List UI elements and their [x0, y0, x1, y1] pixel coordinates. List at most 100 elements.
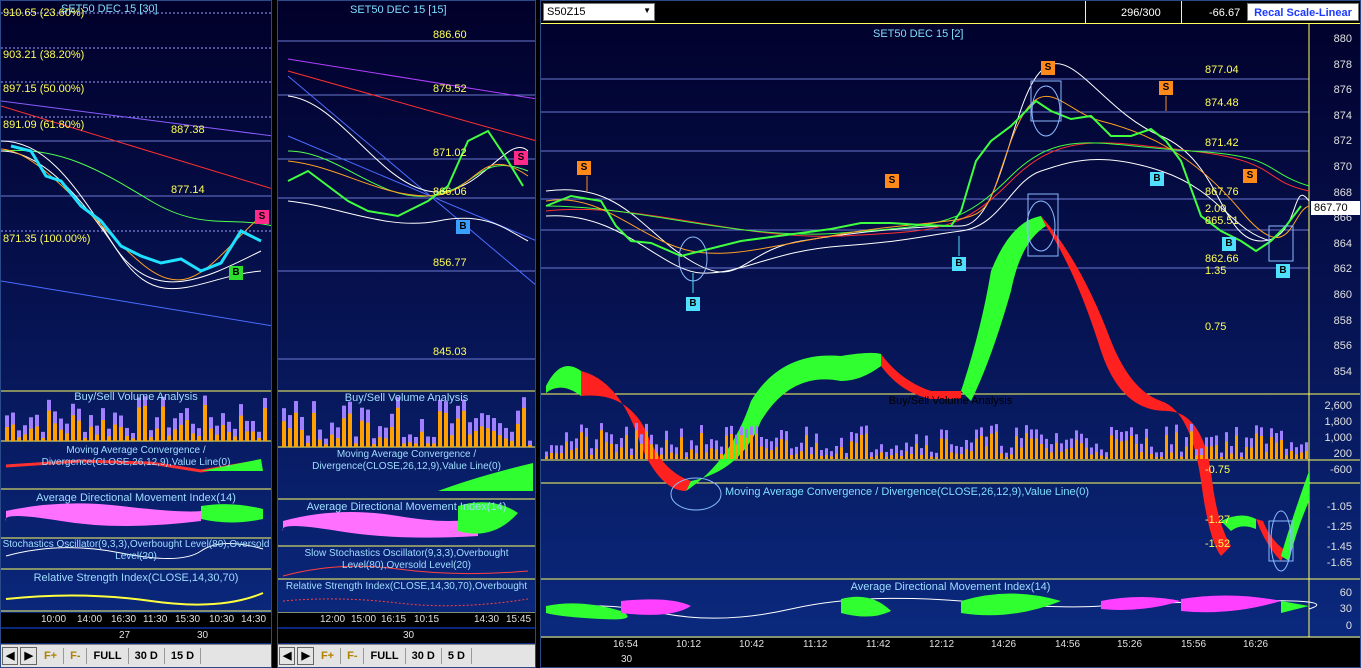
- volume-bar: [1250, 447, 1253, 459]
- volume-bar: [29, 428, 33, 441]
- volume-bar: [510, 440, 514, 447]
- volume-bar: [5, 427, 9, 441]
- volume-bar: [384, 438, 388, 447]
- sell-signal-marker[interactable]: S: [1041, 61, 1055, 75]
- volume-bar: [670, 452, 673, 459]
- range-30d-button[interactable]: 30 D: [129, 648, 165, 664]
- volume-bar: [550, 452, 553, 459]
- volume-bar: [474, 430, 478, 447]
- volume-bar: [1135, 443, 1138, 459]
- buy-signal-marker[interactable]: B: [1222, 237, 1236, 251]
- range-15d-button[interactable]: 15 D: [165, 648, 202, 664]
- volume-bar: [1195, 455, 1198, 459]
- volume-bar: [795, 454, 798, 459]
- buy-signal-marker[interactable]: B: [1276, 264, 1290, 278]
- full-button[interactable]: FULL: [364, 648, 406, 664]
- volume-bar: [257, 437, 261, 441]
- volume-bar: [835, 453, 838, 459]
- sell-signal-marker[interactable]: S: [1243, 169, 1257, 183]
- volume-bar: [1235, 435, 1238, 459]
- volume-bar: [625, 435, 628, 459]
- fib-label-2: 903.21 (38.20%): [3, 49, 85, 61]
- volume-bar: [925, 445, 928, 459]
- volume-bar: [870, 456, 873, 459]
- buy-signal-marker[interactable]: B: [686, 297, 700, 311]
- volume-bar: [330, 434, 334, 447]
- zoom-in-button[interactable]: F+: [38, 648, 65, 664]
- volume-bar: [545, 456, 548, 459]
- volume-bar: [408, 442, 412, 447]
- chart-panel-2min[interactable]: S50Z15 ▼ 296/300 -66.67 Recal Scale-Line…: [540, 0, 1361, 668]
- volume-bar: [860, 434, 863, 459]
- volume-bar: [1205, 446, 1208, 459]
- volume-bar: [1040, 444, 1043, 459]
- sell-signal-marker[interactable]: S: [255, 210, 269, 224]
- scroll-right-button[interactable]: ▶: [20, 647, 37, 665]
- volume-bar: [1010, 454, 1013, 459]
- volume-bar: [528, 445, 532, 447]
- volume-bar: [11, 424, 15, 441]
- zoom-out-button[interactable]: F-: [341, 648, 365, 664]
- range-30d-button[interactable]: 30 D: [406, 648, 442, 664]
- full-button[interactable]: FULL: [87, 648, 129, 664]
- volume-bar: [426, 443, 430, 447]
- volume-bar: [197, 436, 201, 441]
- volume-bar: [125, 435, 129, 441]
- buy-signal-marker[interactable]: B: [952, 257, 966, 271]
- volume-bar: [900, 455, 903, 459]
- volume-bar: [360, 420, 364, 447]
- volume-bar: [930, 456, 933, 459]
- scroll-left-button[interactable]: ◀: [279, 647, 296, 665]
- zoom-out-button[interactable]: F-: [64, 648, 88, 664]
- volume-bar: [251, 431, 255, 441]
- range-5d-button[interactable]: 5 D: [442, 648, 472, 664]
- volume-bar: [560, 453, 563, 459]
- volume-bar: [1295, 454, 1298, 459]
- zoom-in-button[interactable]: F+: [315, 648, 342, 664]
- volume-bar: [155, 428, 159, 441]
- scroll-right-button[interactable]: ▶: [297, 647, 314, 665]
- volume-bar: [1220, 457, 1223, 459]
- volume-bar: [1075, 439, 1078, 459]
- volume-bar: [504, 438, 508, 447]
- oscillator-label: -1.27: [1205, 514, 1231, 526]
- volume-bar: [950, 452, 953, 459]
- volume-bar: [1155, 456, 1158, 459]
- volume-bar: [396, 407, 400, 447]
- volume-bar: [955, 453, 958, 459]
- sell-signal-marker[interactable]: S: [885, 174, 899, 188]
- chart-toolbar: ◀ ▶ F+ F- FULL 30 D 15 D: [1, 644, 271, 667]
- volume-bar: [59, 429, 63, 441]
- volume-bar: [1060, 451, 1063, 459]
- sell-signal-marker[interactable]: S: [1159, 81, 1173, 95]
- price-label: 856.77: [433, 257, 467, 269]
- buy-signal-marker[interactable]: B: [456, 220, 470, 234]
- sell-signal-marker[interactable]: S: [514, 151, 528, 165]
- volume-bar: [53, 423, 57, 441]
- price-label: 879.52: [433, 83, 467, 95]
- volume-bar: [113, 424, 117, 441]
- buy-signal-marker[interactable]: B: [1150, 172, 1164, 186]
- chart-panel-30min[interactable]: SET50 DEC 15 [30] 910.65 (23.60%) 903.21…: [0, 0, 272, 668]
- sell-signal-marker[interactable]: S: [577, 161, 591, 175]
- volume-bar: [770, 450, 773, 459]
- price-label: 862.66: [1205, 253, 1239, 265]
- volume-bar: [920, 454, 923, 459]
- scroll-left-button[interactable]: ◀: [2, 647, 19, 665]
- volume-bar: [1225, 441, 1228, 459]
- volume-bar: [650, 444, 653, 459]
- price-label: 874.48: [1205, 97, 1239, 109]
- buy-signal-marker[interactable]: B: [229, 266, 243, 280]
- volume-bar: [865, 433, 868, 459]
- volume-bar: [1095, 452, 1098, 459]
- volume-bar: [765, 448, 768, 459]
- volume-bar: [815, 443, 818, 459]
- oscillator-label: -1.52: [1205, 538, 1231, 550]
- volume-bar: [306, 442, 310, 447]
- chart-title: SET50 DEC 15 [15]: [350, 4, 447, 16]
- volume-bar: [239, 415, 243, 441]
- volume-bar: [880, 452, 883, 459]
- fib-label-1: 910.65 (23.60%): [3, 7, 85, 19]
- chart-panel-15min[interactable]: SET50 DEC 15 [15] 886.60 879.52 871.02 8…: [277, 0, 536, 668]
- volume-bar: [233, 436, 237, 441]
